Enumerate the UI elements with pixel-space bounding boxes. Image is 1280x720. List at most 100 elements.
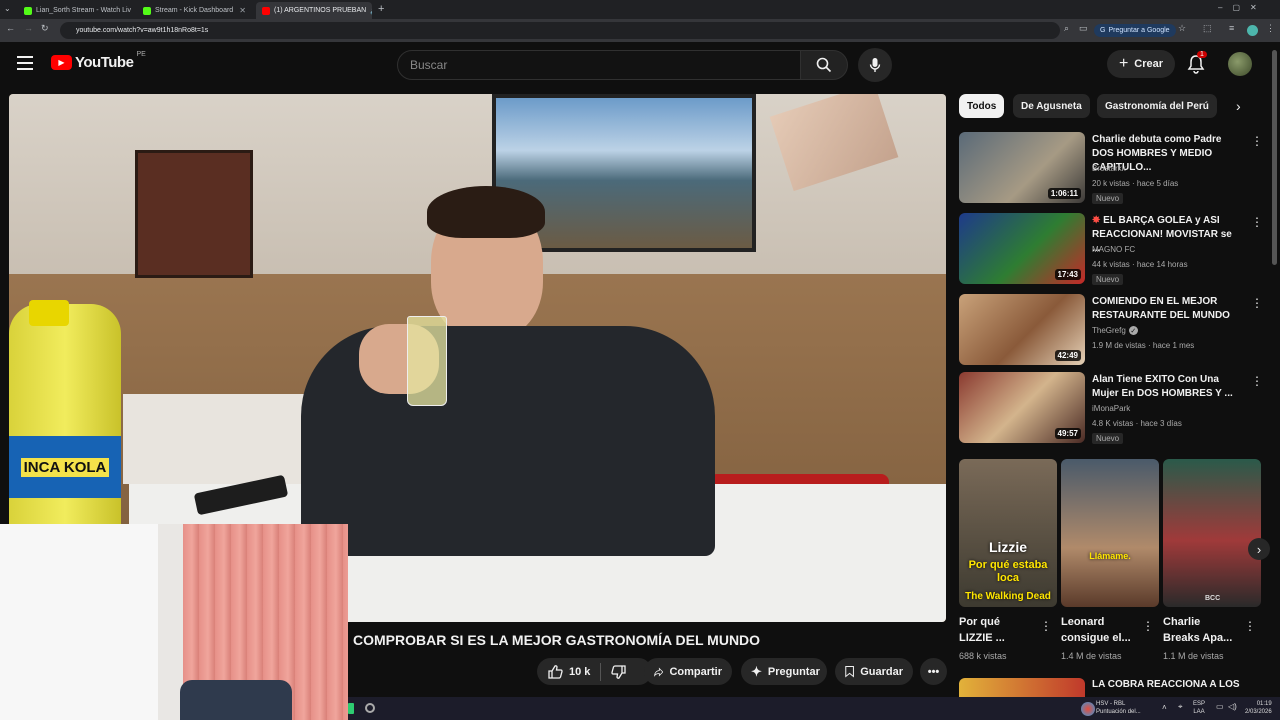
display-icon[interactable]: ▭ (1216, 702, 1224, 711)
more-vert-icon[interactable]: ⋮ (1251, 296, 1263, 310)
ask-button[interactable]: ✦ Preguntar (741, 658, 827, 685)
short-thumbnail[interactable]: Llámame. (1061, 459, 1159, 607)
thumbs-down-icon[interactable] (611, 664, 627, 680)
webcam-chair (180, 680, 292, 720)
more-vert-icon[interactable]: ⋮ (1251, 215, 1263, 229)
short-title[interactable]: Por qué LIZZIE ... (959, 614, 1005, 646)
recommendation-item[interactable]: 42:49 COMIENDO EN EL MEJOR RESTAURANTE D… (959, 294, 1269, 367)
clock-time: 01:19 (1256, 701, 1272, 707)
rec-channel[interactable]: Brostarkk (1092, 164, 1126, 173)
speaker-icon[interactable]: 🔈 (370, 7, 372, 15)
account-avatar[interactable] (1228, 52, 1252, 76)
back-icon[interactable]: ← (6, 23, 15, 33)
address-bar[interactable]: youtube.com/watch?v=aw9t1h18nRo8t=1s (60, 22, 1060, 39)
shorts-next-icon[interactable]: › (1248, 538, 1270, 560)
clock[interactable]: 01:19 2/03/2026 (1245, 700, 1272, 716)
browser-tab-strip: ⌄ Lian_Sorth Stream - Watch Liv ✕ Stream… (0, 0, 1280, 19)
search-button[interactable] (800, 50, 848, 80)
sports-widget[interactable]: HSV - RBL Puntuación del... (1096, 700, 1141, 716)
new-tab-icon[interactable]: + (378, 3, 384, 15)
save-button[interactable]: Guardar (835, 658, 913, 685)
url-text: youtube.com/watch?v=aw9t1h18nRo8t=1s (76, 27, 209, 34)
short-thumbnail[interactable]: BCC (1163, 459, 1261, 607)
rec-channel[interactable]: iMonaPark (1092, 404, 1130, 413)
youtube-logo[interactable]: ▶ YouTube PE (51, 51, 146, 71)
reload-icon[interactable]: ↻ (41, 23, 49, 34)
browser-tab-active[interactable]: (1) ARGENTINOS PRUEBAN 🔈 ✕ (256, 2, 372, 19)
like-dislike-group: 10 k (537, 658, 652, 685)
more-actions-button[interactable]: ••• (920, 658, 947, 685)
rec-channel[interactable]: MAGNO FC (1092, 245, 1135, 254)
voice-search-button[interactable] (858, 48, 892, 82)
more-vert-icon[interactable]: ⋮ (1142, 619, 1154, 633)
video-thumbnail[interactable]: 42:49 (959, 294, 1085, 365)
bookmark-star-icon[interactable]: ☆ (1178, 23, 1186, 34)
rec-meta: 1.9 M de vistas · hace 1 mes (1092, 341, 1195, 350)
ask-google-button[interactable]: G Preguntar a Google (1094, 24, 1176, 37)
video-thumbnail[interactable]: 17:43 (959, 213, 1085, 284)
chip-de-agusneta[interactable]: De Agusneta (1013, 94, 1090, 118)
obs-icon[interactable] (365, 703, 375, 713)
language-indicator[interactable]: ESP LAA (1193, 700, 1205, 716)
search-lens-icon[interactable]: ⌕ (1064, 23, 1069, 34)
short-thumbnail[interactable]: Lizzie Por qué estaba loca The Walking D… (959, 459, 1057, 607)
browser-tab[interactable]: Stream - Kick Dashboard ✕ (137, 2, 252, 19)
chip-todos[interactable]: Todos (959, 94, 1005, 118)
forward-icon[interactable]: → (24, 23, 33, 33)
more-dots-icon: ••• (927, 665, 940, 678)
tab-list-icon[interactable]: ⌄ (4, 4, 11, 13)
search-input[interactable]: Buscar (397, 50, 801, 80)
more-vert-icon[interactable]: ⋮ (1040, 619, 1052, 633)
video-thumbnail[interactable] (959, 678, 1085, 698)
recommendation-item[interactable]: 49:57 Alan Tiene EXITO Con Una Mujer En … (959, 372, 1269, 445)
chevron-up-icon[interactable]: ˄ (1162, 703, 1167, 712)
create-button[interactable]: + Crear (1107, 50, 1175, 78)
hamburger-menu-icon[interactable] (17, 56, 33, 70)
location-icon[interactable]: ⌖ (1178, 702, 1183, 712)
more-vert-icon[interactable]: ⋮ (1244, 619, 1256, 633)
rec-title[interactable]: Alan Tiene EXITO Con Una Mujer En DOS HO… (1092, 373, 1242, 401)
extensions-icon[interactable]: ⬚ (1203, 23, 1212, 34)
profile-avatar[interactable] (1247, 25, 1258, 36)
more-vert-icon[interactable]: ⋮ (1251, 374, 1263, 388)
more-vert-icon[interactable]: ⋮ (1251, 134, 1263, 148)
share-button[interactable]: Compartir (644, 658, 732, 685)
red-dot-icon: ✸ (1092, 215, 1104, 226)
chevron-right-icon[interactable]: › (1236, 98, 1241, 114)
window-controls[interactable]: –▢✕ (1218, 3, 1267, 12)
youtube-icon (262, 6, 270, 15)
clock-date: 2/03/2026 (1245, 709, 1272, 715)
browser-tab[interactable]: Lian_Sorth Stream - Watch Liv ✕ (18, 2, 133, 19)
webcam-wall (0, 524, 160, 720)
team-crest-icon (1081, 702, 1095, 716)
country-code: PE (136, 51, 146, 58)
short-title[interactable]: Charlie Breaks Apa... (1163, 614, 1232, 646)
recommendation-item[interactable]: 1:06:11 Charlie debuta como Padre DOS HO… (959, 132, 1269, 205)
like-count[interactable]: 10 k (569, 666, 590, 678)
volume-icon[interactable]: ◁) (1228, 702, 1237, 711)
short-views: 1.4 M de vistas (1061, 651, 1122, 661)
close-icon[interactable]: ✕ (239, 6, 246, 15)
app-icon[interactable] (348, 703, 354, 714)
reading-list-icon[interactable]: ≡ (1229, 23, 1234, 33)
new-badge: Nuevo (1092, 433, 1124, 444)
kick-icon (143, 6, 151, 15)
channel-name: Brostarkk (1092, 164, 1126, 173)
rec-channel[interactable]: TheGrefg ✓ (1092, 326, 1138, 335)
video-thumbnail[interactable]: 49:57 (959, 372, 1085, 443)
recommendation-item[interactable]: 17:43 ✸ EL BARÇA GOLEA y ASI REACCIONAN!… (959, 213, 1269, 286)
notifications-button[interactable]: 1 (1187, 51, 1207, 79)
short-title[interactable]: Leonard consigue el... (1061, 614, 1131, 646)
person-hair (427, 186, 545, 238)
chip-gastronomia[interactable]: Gastronomía del Perú (1097, 94, 1217, 118)
video-thumbnail[interactable]: 1:06:11 (959, 132, 1085, 203)
short-views: 1.1 M de vistas (1163, 651, 1224, 661)
rec-title[interactable]: LA COBRA REACCIONA A LOS (1092, 679, 1240, 690)
cast-icon[interactable]: ▭ (1079, 23, 1088, 34)
thumbs-up-icon[interactable] (547, 664, 563, 680)
rec-title[interactable]: COMIENDO EN EL MEJOR RESTAURANTE DEL MUN… (1092, 295, 1242, 323)
menu-dots-icon[interactable]: ⋮ (1266, 23, 1275, 34)
scrollbar-thumb[interactable] (1272, 50, 1277, 265)
short-overlay-show: The Walking Dead (965, 591, 1051, 602)
ask-google-label: Preguntar a Google (1108, 27, 1170, 34)
